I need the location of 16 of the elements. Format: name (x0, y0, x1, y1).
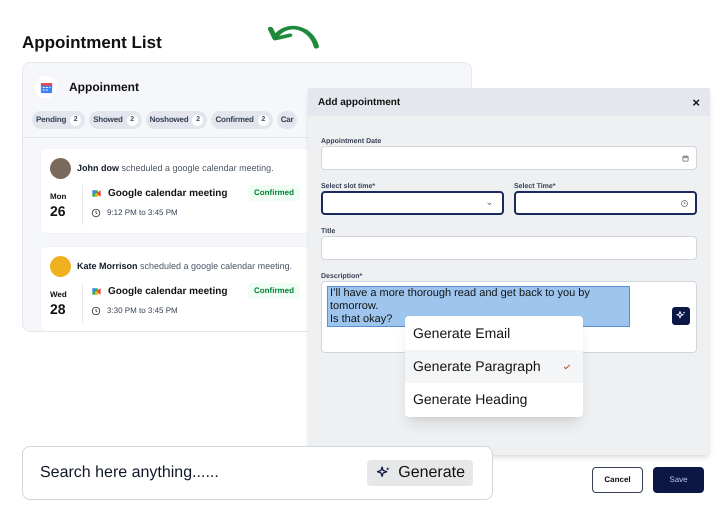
status-badge: Confirmed (248, 283, 300, 299)
time-range: 9:12 PM to 3:45 PM (107, 207, 178, 219)
day-label: Wed (50, 289, 67, 301)
search-placeholder: Search here anything...... (40, 463, 219, 483)
modal-title: Add appointment (318, 96, 400, 110)
meeting-title: Google calendar meeting (108, 284, 228, 298)
day-label: Mon (50, 191, 66, 203)
page-title: Appointment List (22, 32, 162, 54)
status-badge: Confirmed (248, 185, 300, 201)
meeting-title: Google calendar meeting (108, 186, 228, 200)
activity-text: John dow scheduled a google calendar meeting. (77, 162, 274, 175)
date-number: 28 (50, 301, 66, 317)
date-number: 26 (50, 203, 66, 219)
time-range: 3:30 PM to 3:45 PM (107, 305, 178, 317)
card-title: Appoinment (69, 79, 139, 96)
activity-text: Kate Morrison scheduled a google calendar meeting. (77, 260, 292, 273)
